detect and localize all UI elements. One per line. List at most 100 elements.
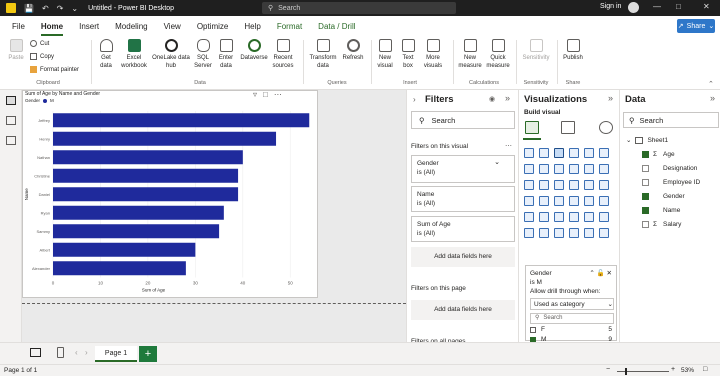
onelake-button[interactable]: OneLake data hub (150, 39, 192, 70)
checkbox-unchecked[interactable] (642, 164, 649, 172)
filter-card-sum-of-age[interactable]: Sum of Age is (All) (411, 216, 515, 242)
get-data-button[interactable]: Get data (95, 39, 117, 70)
visual-type-icon[interactable] (539, 180, 549, 190)
collapse-pane-icon[interactable]: » (505, 93, 510, 103)
dataverse-button[interactable]: Dataverse (238, 39, 270, 62)
tab-data-drill[interactable]: Data / Drill (310, 22, 363, 36)
chevron-up-icon[interactable]: ⌃ (589, 270, 594, 277)
tab-view[interactable]: View (156, 22, 189, 36)
avatar-icon[interactable] (628, 2, 639, 13)
tab-home[interactable]: Home (33, 22, 71, 36)
collapse-pane-icon[interactable]: » (608, 93, 613, 103)
format-visual-icon[interactable] (561, 121, 575, 134)
drill-used-as-dropdown[interactable]: Used as category ⌄ (530, 298, 614, 310)
visual-type-icon[interactable] (524, 148, 534, 158)
visual-type-icon[interactable] (599, 212, 609, 222)
visual-type-icon[interactable] (584, 164, 594, 174)
visual-type-icon[interactable] (584, 196, 594, 206)
enter-data-button[interactable]: Enter data (216, 39, 236, 70)
visual-type-icon[interactable] (524, 212, 534, 222)
visual-filter-drop-zone[interactable]: Add data fields here (411, 247, 515, 267)
share-button[interactable]: ↗ Share ⌄ (677, 19, 715, 33)
zoom-slider-thumb[interactable] (625, 368, 627, 375)
visual-type-icon[interactable] (524, 180, 534, 190)
visual-type-icon[interactable] (524, 196, 534, 206)
data-search-input[interactable]: ⚲ Search (623, 112, 719, 128)
mobile-layout-icon[interactable] (57, 347, 64, 358)
visual-type-icon[interactable] (554, 212, 564, 222)
format-painter-button[interactable]: Format painter (30, 66, 79, 73)
visual-type-icon[interactable] (539, 212, 549, 222)
visual-type-icon[interactable] (569, 164, 579, 174)
report-view-icon[interactable] (6, 96, 16, 105)
tab-format[interactable]: Format (269, 22, 310, 36)
filter-card-name[interactable]: Name is (All) (411, 186, 515, 212)
field-row[interactable]: Σ Age (642, 149, 675, 159)
copy-button[interactable]: Copy (30, 53, 54, 60)
visual-type-icon[interactable] (599, 148, 609, 158)
visual-type-icon[interactable] (554, 148, 564, 158)
visual-type-icon[interactable] (569, 212, 579, 222)
visual-type-icon[interactable] (569, 148, 579, 158)
title-search-box[interactable]: ⚲ Search (262, 2, 456, 14)
more-visuals-button[interactable]: More visuals (420, 39, 446, 70)
table-view-icon[interactable] (6, 116, 16, 125)
visual-type-icon[interactable] (599, 164, 609, 174)
visual-type-icon[interactable] (569, 228, 579, 238)
visual-type-icon[interactable] (584, 148, 594, 158)
field-row[interactable]: Gender (642, 191, 685, 201)
visual-type-icon[interactable] (554, 164, 564, 174)
minimize-icon[interactable]: — (653, 2, 661, 11)
page-tab[interactable]: Page 1 (95, 346, 137, 362)
analytics-icon[interactable] (599, 121, 613, 134)
tab-modeling[interactable]: Modeling (107, 22, 155, 36)
chevron-down-icon[interactable]: ⌄ (71, 4, 78, 13)
collapse-ribbon-icon[interactable]: ⌃ (708, 80, 714, 88)
new-measure-button[interactable]: New measure (456, 39, 484, 70)
table-node-sheet1[interactable]: ⌄ Sheet1 (626, 135, 668, 145)
checkbox-unchecked[interactable] (642, 220, 649, 228)
collapse-pane-icon[interactable]: » (710, 93, 715, 103)
transform-data-button[interactable]: Transform data (307, 39, 339, 70)
paste-button[interactable]: Paste (5, 39, 27, 62)
sensitivity-button[interactable]: Sensitivity (519, 39, 553, 62)
field-row[interactable]: Σ Salary (642, 219, 681, 229)
visual-type-icon[interactable] (599, 228, 609, 238)
maximize-icon[interactable]: □ (676, 2, 681, 11)
build-visual-icon[interactable] (525, 121, 539, 134)
visual-type-icon[interactable] (584, 228, 594, 238)
bar-chart-visual[interactable]: Sum of Age by Name and Gender Gender M ▿… (22, 90, 318, 298)
field-row[interactable]: Employee ID (642, 177, 700, 187)
visual-type-icon[interactable] (554, 228, 564, 238)
visual-type-icon[interactable] (569, 196, 579, 206)
drill-search-input[interactable]: ⚲ Search (530, 313, 614, 324)
drill-option-row[interactable]: F 5 (530, 325, 612, 334)
visual-type-icon[interactable] (599, 180, 609, 190)
visual-type-icon[interactable] (584, 212, 594, 222)
field-row[interactable]: Designation (642, 163, 697, 173)
tab-optimize[interactable]: Optimize (189, 22, 237, 36)
publish-button[interactable]: Publish (561, 39, 585, 62)
close-icon[interactable]: ✕ (607, 270, 612, 277)
checkbox-checked[interactable] (642, 150, 649, 158)
new-visual-button[interactable]: New visual (374, 39, 396, 70)
sql-server-button[interactable]: SQL Server (193, 39, 213, 70)
tab-help[interactable]: Help (236, 22, 268, 36)
report-canvas[interactable]: Sum of Age by Name and Gender Gender M ▿… (22, 90, 406, 342)
add-page-button[interactable]: + (139, 346, 157, 362)
field-row[interactable]: Name (642, 205, 680, 215)
checkbox-checked[interactable] (642, 206, 649, 214)
tab-file[interactable]: File (0, 22, 33, 36)
refresh-button[interactable]: Refresh (340, 39, 366, 62)
save-icon[interactable]: 💾 (24, 4, 34, 13)
visual-type-icon[interactable] (599, 196, 609, 206)
redo-icon[interactable]: ↷ (57, 4, 64, 13)
excel-workbook-button[interactable]: Excel workbook (120, 39, 148, 70)
visual-type-icon[interactable] (539, 228, 549, 238)
checkbox-unchecked[interactable] (642, 178, 649, 186)
filter-card-gender[interactable]: Gender is (All) ⌄ (411, 155, 515, 183)
zoom-out-icon[interactable]: − (606, 366, 610, 373)
chevron-down-icon[interactable]: ⌄ (494, 158, 500, 167)
visual-type-icon[interactable] (539, 164, 549, 174)
chevron-right-icon[interactable]: › (413, 95, 416, 104)
